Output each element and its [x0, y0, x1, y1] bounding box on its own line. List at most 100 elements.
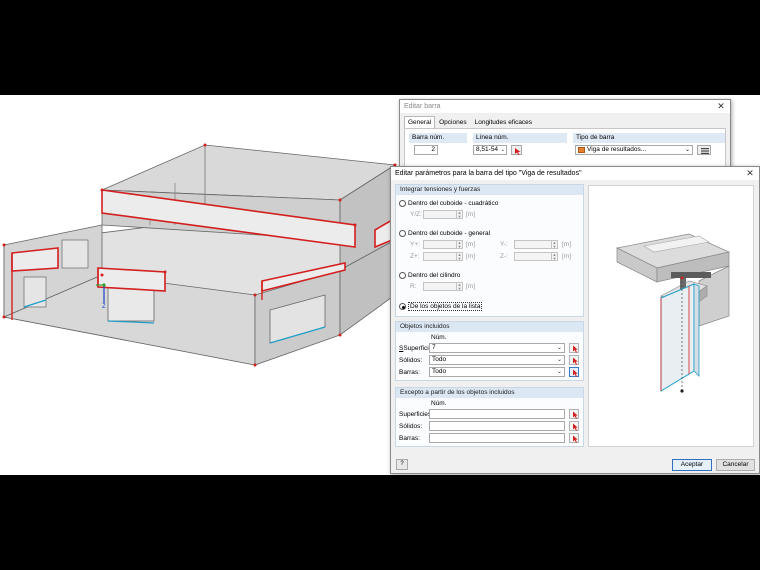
- y-plus-label: Y+:: [410, 241, 420, 248]
- pick-object-icon: [573, 357, 578, 365]
- r-spinbox[interactable]: ▲ ▼: [423, 282, 463, 291]
- spin-arrows-icon[interactable]: ▲ ▼: [456, 211, 462, 218]
- radio-cuboid-quadratic-label: Dentro del cuboide - cuadrático: [408, 200, 499, 207]
- integrate-panel-header: Integrar tensiones y fuerzas: [396, 185, 583, 195]
- result-beam-illustration: [615, 233, 731, 393]
- radio-cylinder[interactable]: Dentro del cilindro: [399, 271, 460, 280]
- screen: Z Editar barra ✕ General Opciones Longit…: [0, 0, 760, 570]
- pick-solids-button[interactable]: [569, 355, 579, 365]
- radio-cuboid-quadratic[interactable]: Dentro del cuboide - cuadrático: [399, 199, 498, 208]
- result-beam-params-dialog: Editar parámetros para la barra del tipo…: [390, 166, 760, 474]
- y-minus-label: Y-:: [500, 241, 508, 248]
- pick-line-button[interactable]: [511, 145, 522, 155]
- except-surfaces-label: Superficies:: [399, 411, 433, 418]
- edit-member-type-button[interactable]: [697, 145, 711, 155]
- accept-button[interactable]: Aceptar: [672, 459, 712, 471]
- member-type-value: Viga de resultados...: [587, 146, 647, 153]
- except-objects-panel: Excepto a partir de los objetos incluido…: [395, 387, 584, 447]
- included-objects-panel: Objetos incluidos Núm. SSuperficies: 7 ⌄ …: [395, 321, 584, 381]
- member-no-field[interactable]: 2: [414, 145, 438, 155]
- help-button[interactable]: ?: [396, 459, 408, 470]
- cancel-button[interactable]: Cancelar: [716, 459, 755, 471]
- pick-members-button[interactable]: [569, 367, 579, 377]
- radio-cuboid-general[interactable]: Dentro del cuboide - general: [399, 229, 490, 238]
- z-plus-spinbox[interactable]: ▲ ▼: [423, 252, 463, 261]
- included-solids-value: Todo: [432, 356, 447, 363]
- member-no-label: Barra núm.: [409, 133, 467, 143]
- axis-label-z: Z: [102, 304, 106, 310]
- except-members-field[interactable]: [429, 433, 565, 443]
- spin-arrows-icon[interactable]: ▲ ▼: [456, 253, 462, 260]
- radio-from-list-label: De los objetos de la lista: [408, 302, 483, 311]
- pick-surfaces-button[interactable]: [569, 343, 579, 353]
- yz-label: Y/Z:: [410, 211, 422, 218]
- included-surfaces-value: 7: [432, 344, 436, 351]
- result-beam-preview: [588, 185, 754, 447]
- y-plus-unit: [m]: [466, 241, 476, 248]
- pick-except-surfaces-button[interactable]: [569, 409, 579, 419]
- except-objects-header: Excepto a partir de los objetos incluido…: [396, 388, 583, 398]
- edit-member-dialog-title: Editar barra: [400, 100, 730, 113]
- included-num-label: Núm.: [431, 334, 447, 341]
- yz-spinbox[interactable]: ▲ ▼: [423, 210, 463, 219]
- included-members-label: Barras:: [399, 369, 420, 376]
- except-solids-field[interactable]: [429, 421, 565, 431]
- dialog-title: Editar parámetros para la barra del tipo…: [391, 167, 759, 180]
- y-plus-spinbox[interactable]: ▲ ▼: [423, 240, 463, 249]
- pick-object-icon: [573, 411, 578, 419]
- included-members-combo[interactable]: Todo ⌄: [429, 367, 565, 377]
- edit-member-body: Barra núm. 2 Línea núm. 8,51-54 ⌄ Tipo de…: [404, 128, 726, 168]
- included-solids-combo[interactable]: Todo ⌄: [429, 355, 565, 365]
- chevron-down-icon: ⌄: [500, 147, 505, 153]
- spin-arrows-icon[interactable]: ▲ ▼: [456, 283, 462, 290]
- tab-effective-lengths[interactable]: Longitudes eficaces: [471, 116, 536, 128]
- radio-cuboid-general-label: Dentro del cuboide - general: [408, 230, 491, 237]
- pick-object-icon: [573, 435, 578, 443]
- except-surfaces-field[interactable]: [429, 409, 565, 419]
- included-surfaces-combo[interactable]: 7 ⌄: [429, 343, 565, 353]
- line-no-label: Línea núm.: [473, 133, 567, 143]
- line-no-value: 8,51-54: [476, 146, 499, 153]
- edit-member-dialog: Editar barra ✕ General Opciones Longitud…: [399, 99, 731, 169]
- y-minus-unit: [m]: [562, 241, 572, 248]
- integrate-panel: Integrar tensiones y fuerzas Dentro del …: [395, 184, 584, 317]
- close-icon[interactable]: ✕: [745, 167, 755, 180]
- member-type-combo[interactable]: Viga de resultados... ⌄: [575, 145, 693, 155]
- spin-arrows-icon[interactable]: ▲ ▼: [551, 241, 557, 248]
- z-minus-spinbox[interactable]: ▲ ▼: [514, 252, 558, 261]
- chevron-down-icon: ⌄: [556, 345, 562, 351]
- except-members-label: Barras:: [399, 435, 420, 442]
- member-type-color-icon: [578, 147, 585, 153]
- pick-except-members-button[interactable]: [569, 433, 579, 443]
- pick-except-solids-button[interactable]: [569, 421, 579, 431]
- radio-button[interactable]: [399, 200, 406, 207]
- close-icon[interactable]: ✕: [716, 100, 726, 113]
- pick-object-icon: [515, 148, 521, 155]
- r-label: R:: [410, 283, 417, 290]
- spin-arrows-icon[interactable]: ▲ ▼: [456, 241, 462, 248]
- chevron-down-icon: ⌄: [556, 369, 562, 375]
- radio-button[interactable]: [399, 272, 406, 279]
- radio-from-list[interactable]: De los objetos de la lista: [399, 302, 483, 311]
- pick-object-icon: [573, 423, 578, 431]
- line-no-field[interactable]: 8,51-54 ⌄: [473, 145, 507, 155]
- pick-object-icon: [573, 345, 578, 353]
- except-solids-label: Sólidos:: [399, 423, 423, 430]
- chevron-down-icon: ⌄: [556, 357, 562, 363]
- edit-list-icon: [701, 148, 709, 154]
- tab-options[interactable]: Opciones: [435, 116, 470, 128]
- y-minus-spinbox[interactable]: ▲ ▼: [514, 240, 558, 249]
- r-unit: [m]: [466, 283, 476, 290]
- z-minus-label: Z-:: [500, 253, 508, 260]
- z-minus-unit: [m]: [562, 253, 572, 260]
- radio-button-selected[interactable]: [399, 303, 406, 310]
- included-objects-header: Objetos incluidos: [396, 322, 583, 332]
- radio-cylinder-label: Dentro del cilindro: [408, 272, 461, 279]
- yz-unit: [m]: [466, 211, 476, 218]
- included-members-value: Todo: [432, 368, 447, 375]
- edit-member-tabs: General Opciones Longitudes eficaces: [404, 116, 536, 128]
- spin-arrows-icon[interactable]: ▲ ▼: [551, 253, 557, 260]
- pick-object-icon: [573, 369, 578, 377]
- radio-button[interactable]: [399, 230, 406, 237]
- tab-general[interactable]: General: [404, 116, 436, 128]
